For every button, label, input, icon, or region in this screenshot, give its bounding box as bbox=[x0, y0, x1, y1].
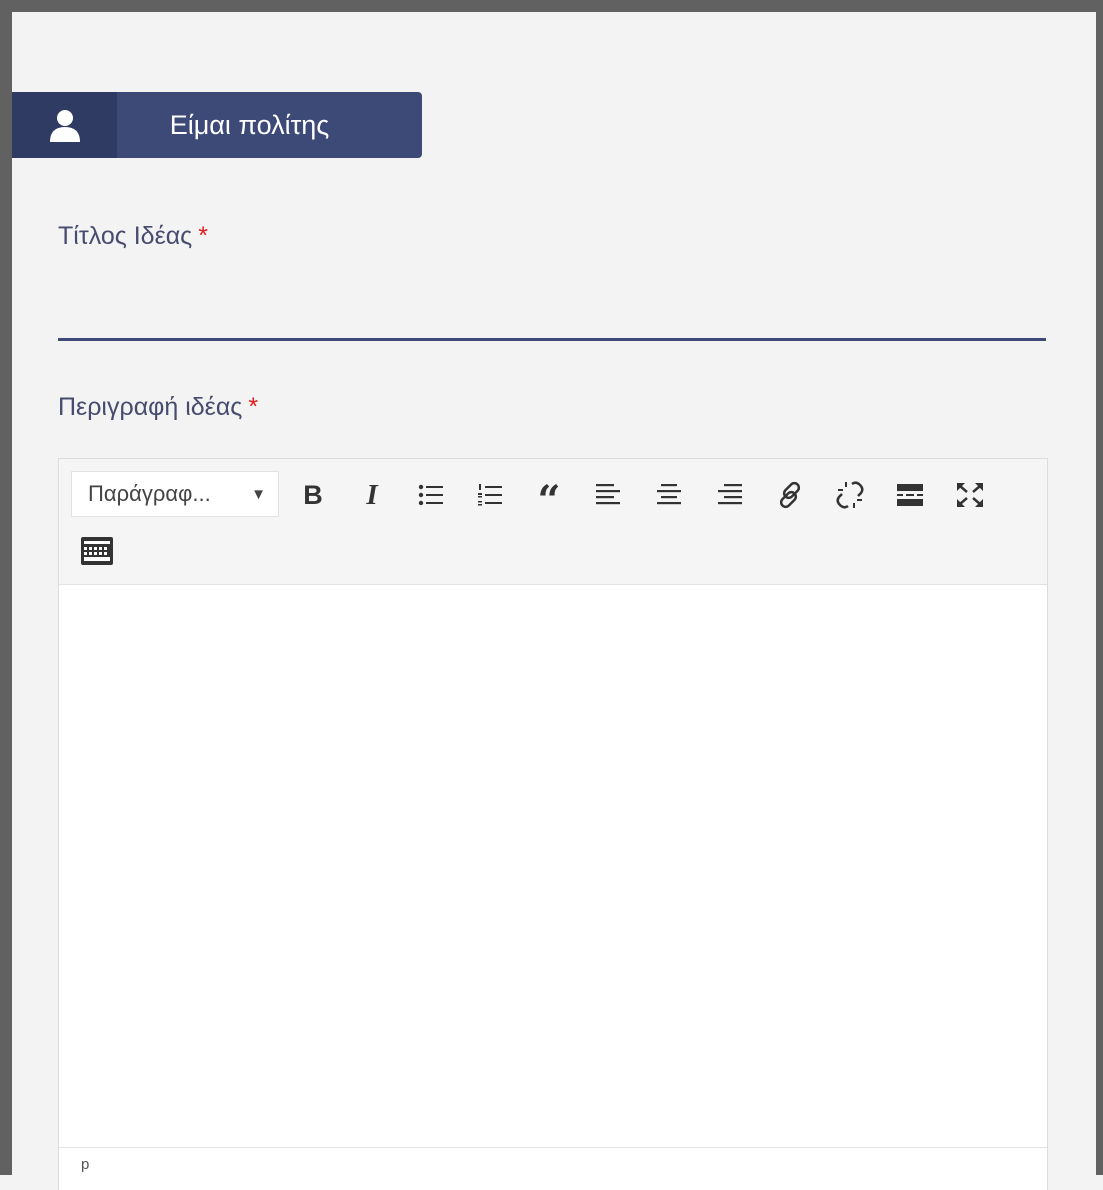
blockquote-button[interactable]: “ bbox=[529, 475, 569, 515]
window-frame-left bbox=[0, 0, 12, 1175]
user-icon bbox=[49, 110, 80, 142]
align-right-icon bbox=[718, 484, 742, 505]
align-right-button[interactable] bbox=[710, 475, 750, 515]
toolbar-toggle-icon bbox=[81, 537, 113, 565]
required-mark: * bbox=[198, 222, 208, 250]
rich-text-editor: Παράγραφ... ▼ B I “ p bbox=[58, 458, 1048, 1190]
role-icon-box bbox=[12, 92, 117, 158]
dropdown-arrow-icon: ▼ bbox=[251, 486, 266, 503]
bullet-list-icon bbox=[418, 484, 443, 506]
blockquote-icon: “ bbox=[537, 481, 561, 509]
idea-description-label-text: Περιγραφή ιδέας bbox=[58, 393, 243, 421]
align-center-button[interactable] bbox=[649, 475, 689, 515]
read-more-button[interactable] bbox=[890, 475, 930, 515]
editor-status-bar: p bbox=[59, 1147, 1047, 1190]
paragraph-format-select[interactable]: Παράγραφ... ▼ bbox=[71, 471, 279, 517]
paragraph-format-value: Παράγραφ... bbox=[88, 481, 211, 506]
window-frame-right bbox=[1096, 0, 1103, 1175]
numbered-list-icon bbox=[478, 484, 502, 506]
fullscreen-icon bbox=[957, 483, 983, 507]
bullet-list-button[interactable] bbox=[411, 475, 451, 515]
idea-title-label: Τίτλος Ιδέας * bbox=[58, 222, 208, 251]
bold-icon: B bbox=[303, 479, 323, 510]
remove-link-button[interactable] bbox=[830, 475, 870, 515]
editor-toolbar: Παράγραφ... ▼ B I “ bbox=[59, 459, 1047, 585]
numbered-list-button[interactable] bbox=[470, 475, 510, 515]
link-icon bbox=[779, 481, 801, 509]
fullscreen-button[interactable] bbox=[950, 475, 990, 515]
window-frame-top bbox=[0, 0, 1103, 12]
toolbar-toggle-button[interactable] bbox=[77, 531, 117, 571]
citizen-role-label: Είμαι πολίτης bbox=[169, 109, 330, 140]
element-path[interactable]: p bbox=[81, 1156, 89, 1173]
citizen-role-button[interactable]: Είμαι πολίτης bbox=[12, 92, 422, 158]
insert-link-button[interactable] bbox=[770, 475, 810, 515]
align-left-button[interactable] bbox=[588, 475, 628, 515]
italic-icon: I bbox=[366, 478, 378, 511]
bold-button[interactable]: B bbox=[293, 475, 333, 515]
align-center-icon bbox=[657, 484, 681, 505]
idea-title-label-text: Τίτλος Ιδέας bbox=[58, 222, 193, 250]
unlink-icon bbox=[836, 481, 864, 509]
editor-content-area[interactable] bbox=[59, 585, 1047, 1145]
idea-title-input[interactable] bbox=[58, 270, 1046, 341]
read-more-icon bbox=[897, 484, 923, 506]
align-left-icon bbox=[596, 484, 620, 505]
italic-button[interactable]: I bbox=[352, 475, 392, 515]
idea-description-label: Περιγραφή ιδέας * bbox=[58, 393, 258, 422]
required-mark: * bbox=[248, 393, 259, 421]
